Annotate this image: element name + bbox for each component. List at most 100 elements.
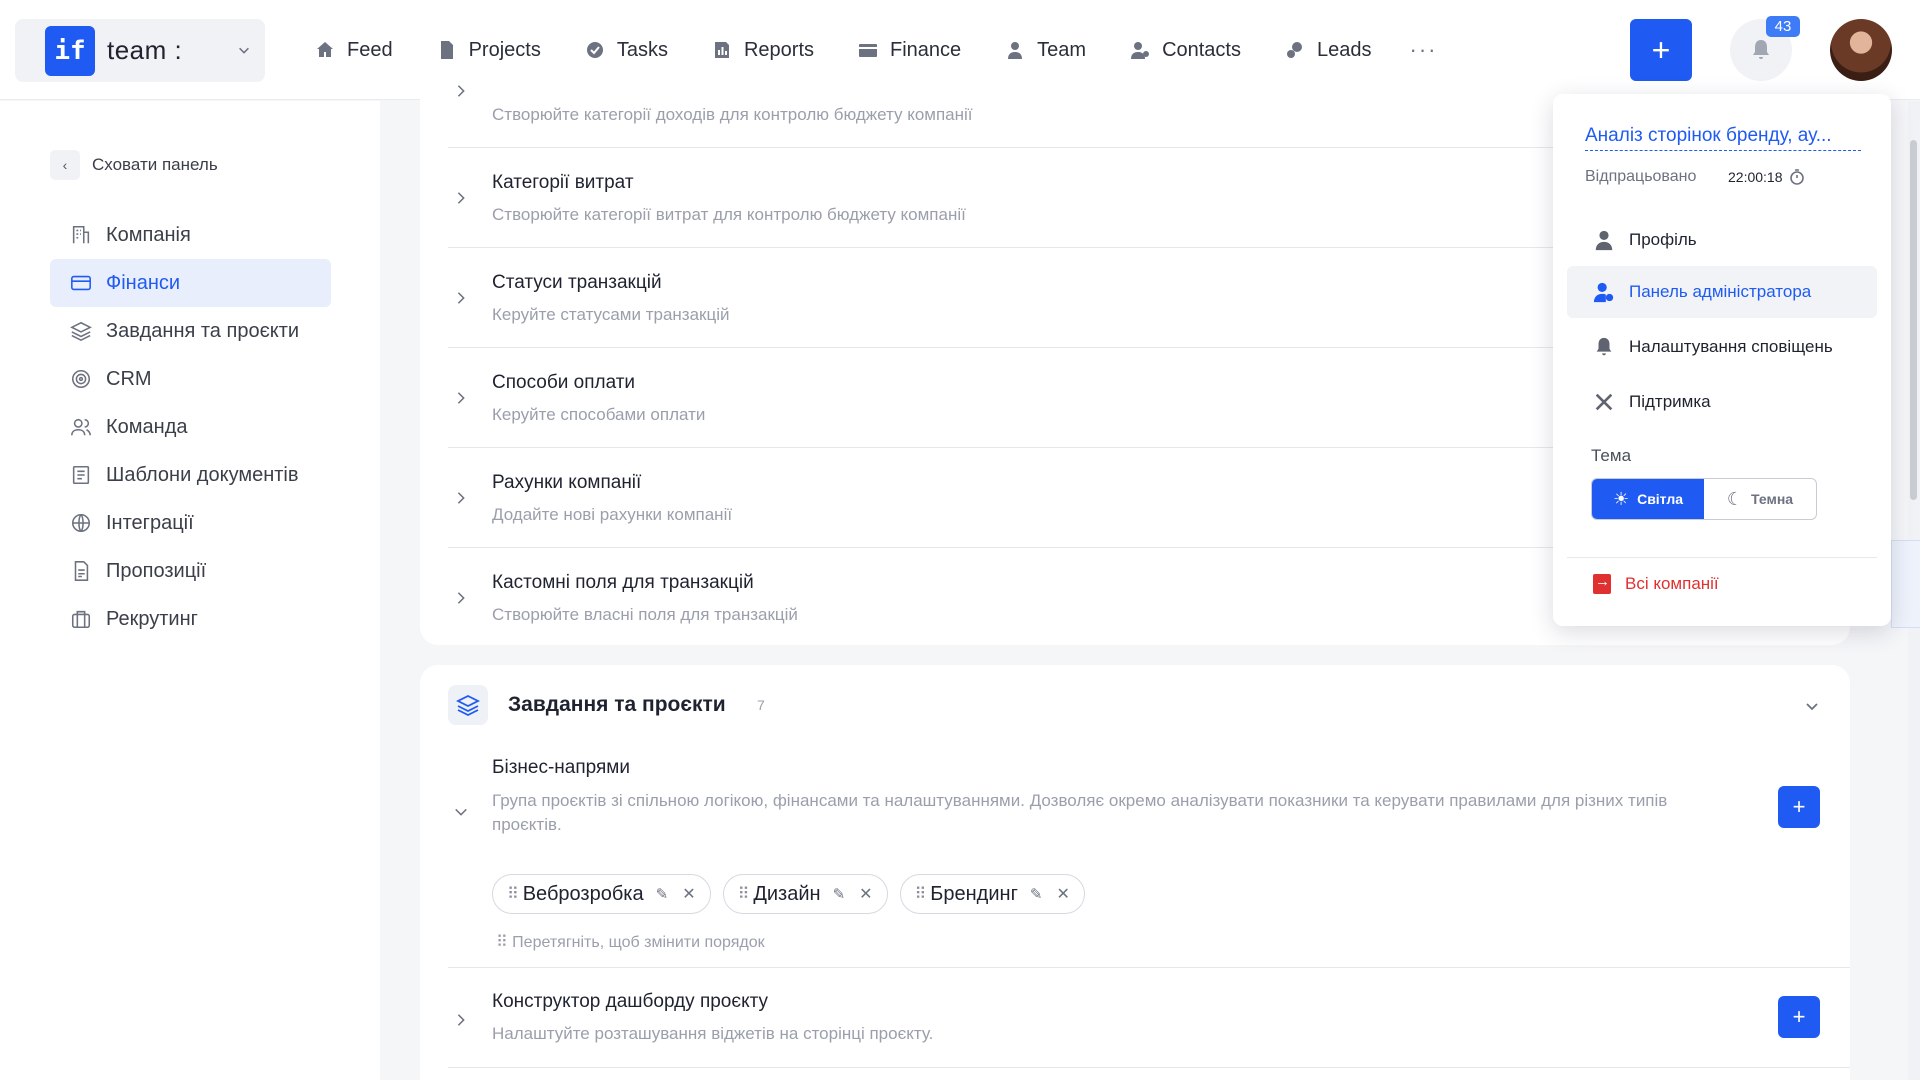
chip-web-development[interactable]: ⠿ Веброзробка ✎ ✕	[492, 874, 711, 914]
row-description: Керуйте статусами транзакцій	[492, 305, 730, 324]
drag-hint: ⠿ Перетягніть, щоб змінити порядок	[496, 932, 765, 952]
sidebar-item-label: Рекрутинг	[106, 607, 198, 630]
sidebar-item-label: CRM	[106, 367, 152, 390]
dashboard-builder-row[interactable]: Конструктор дашборду проєкту Налаштуйте …	[420, 968, 1820, 1068]
team-switcher[interactable]: if team :	[15, 19, 265, 82]
close-icon[interactable]: ✕	[859, 884, 872, 904]
nav-more-button[interactable]: ···	[1410, 37, 1438, 63]
leads-icon	[1287, 42, 1302, 58]
sidebar-item-proposals[interactable]: Пропозиції	[50, 547, 331, 595]
row-description: Створюйте категорії витрат для контролю …	[492, 205, 966, 224]
nav-feed[interactable]: Feed	[315, 39, 393, 62]
sidebar-item-crm[interactable]: CRM	[50, 355, 331, 403]
business-directions-row: Бізнес-напрями Група проєктів зі спільно…	[420, 757, 1820, 987]
sidebar-item-finance[interactable]: Фінанси	[50, 259, 331, 307]
row-description: Створюйте власні поля для транзакцій	[492, 605, 798, 624]
row-title: Способи оплати	[492, 372, 636, 393]
chip-label: Веброзробка	[522, 882, 644, 905]
theme-light-option[interactable]: ☀ Світла	[1592, 479, 1704, 519]
tools-icon	[1595, 393, 1613, 411]
all-companies-button[interactable]: Всі компанії	[1593, 573, 1719, 594]
row-title: Кастомні поля для транзакцій	[492, 572, 754, 593]
nav-reports[interactable]: Reports	[712, 39, 814, 62]
row-description: Створюйте категорії доходів для контролю…	[492, 105, 973, 124]
edit-icon[interactable]: ✎	[656, 885, 669, 903]
chip-branding[interactable]: ⠿ Брендинг ✎ ✕	[899, 874, 1085, 914]
card-icon	[71, 275, 91, 291]
current-task-link[interactable]: Аналіз сторінок бренду, ау...	[1585, 125, 1861, 151]
side-tab[interactable]	[1891, 540, 1920, 628]
user-avatar[interactable]	[1830, 19, 1892, 81]
description-line: Група проєктів зі спільною логікою, фіна…	[492, 791, 1668, 810]
chevron-down-icon[interactable]	[454, 805, 468, 819]
target-icon	[71, 369, 91, 389]
scrollbar-thumb[interactable]	[1910, 140, 1917, 500]
add-business-direction-button[interactable]: +	[1778, 786, 1820, 828]
hide-panel-button[interactable]: ‹ Сховати панель	[50, 150, 218, 180]
edit-icon[interactable]: ✎	[833, 885, 846, 903]
nav-projects[interactable]: Projects	[437, 39, 541, 62]
close-icon[interactable]: ✕	[682, 884, 695, 904]
add-button[interactable]: +	[1630, 19, 1692, 81]
row-description: Керуйте способами оплати	[492, 405, 706, 424]
theme-light-label: Світла	[1637, 491, 1684, 507]
drag-handle-icon[interactable]: ⠿	[915, 884, 927, 904]
sidebar-item-company[interactable]: Компанія	[50, 211, 331, 259]
sidebar-item-team[interactable]: Команда	[50, 403, 331, 451]
drag-handle-icon[interactable]: ⠿	[507, 884, 519, 904]
nav-contacts[interactable]: Contacts	[1130, 39, 1241, 62]
nav-tasks[interactable]: Tasks	[585, 39, 668, 62]
sidebar-item-label: Компанія	[106, 223, 191, 246]
document-icon	[72, 465, 90, 485]
menu-item-admin-panel[interactable]: Панель адміністратора	[1567, 266, 1877, 318]
nav-label: Tasks	[616, 38, 668, 61]
sidebar-list: Компанія Фінанси Завдання та проєкти CRM…	[50, 211, 331, 643]
chip-design[interactable]: ⠿ Дизайн ✎ ✕	[722, 874, 888, 914]
exit-icon	[1593, 573, 1611, 594]
bell-icon	[1596, 337, 1612, 356]
timer-icon	[1789, 169, 1804, 185]
team-name: team :	[107, 35, 183, 65]
nav-team[interactable]: Team	[1005, 39, 1086, 62]
theme-label: Тема	[1591, 446, 1632, 465]
user-icon	[1008, 42, 1023, 59]
nav-label: Feed	[347, 38, 393, 61]
hide-panel-label: Сховати панель	[92, 155, 218, 174]
menu-item-support[interactable]: Підтримка	[1567, 376, 1877, 428]
menu-item-profile[interactable]: Профіль	[1567, 214, 1877, 266]
sun-icon: ☀	[1612, 488, 1630, 509]
sidebar-item-integrations[interactable]: Інтеграції	[50, 499, 331, 547]
sidebar-item-recruiting[interactable]: Рекрутинг	[50, 595, 331, 643]
main-nav: Feed Projects Tasks Reports Finance Team…	[315, 0, 1437, 100]
sidebar-item-label: Пропозиції	[106, 559, 207, 582]
globe-icon	[71, 513, 91, 533]
nav-leads[interactable]: Leads	[1285, 39, 1372, 62]
report-icon	[714, 42, 729, 58]
top-bar: if team : Feed Projects Tasks Reports Fi…	[0, 0, 1920, 100]
row-title: Категорії витрат	[492, 172, 634, 193]
close-icon[interactable]: ✕	[1056, 884, 1069, 904]
sidebar-item-tasks-projects[interactable]: Завдання та проєкти	[50, 307, 331, 355]
chevron-down-icon[interactable]	[1804, 699, 1820, 715]
layers-icon	[448, 685, 488, 725]
row-title: Конструктор дашборду проєкту	[492, 991, 769, 1012]
row-description: Налаштуйте розташування віджетів на стор…	[492, 1024, 934, 1043]
nav-finance[interactable]: Finance	[858, 39, 961, 62]
nav-label: Projects	[468, 38, 541, 61]
row-description: Група проєктів зі спільною логікою, фіна…	[492, 791, 1742, 835]
theme-dark-option[interactable]: ☾ Темна	[1704, 479, 1816, 519]
sidebar-item-doc-templates[interactable]: Шаблони документів	[50, 451, 331, 499]
drag-handle-icon[interactable]: ⠿	[738, 884, 750, 904]
add-dashboard-widget-button[interactable]: +	[1778, 996, 1820, 1038]
sidebar-item-label: Фінанси	[106, 271, 181, 294]
edit-icon[interactable]: ✎	[1030, 885, 1043, 903]
row-description: Додайте нові рахунки компанії	[492, 505, 733, 524]
menu-item-notification-settings[interactable]: Налаштування сповіщень	[1567, 321, 1877, 373]
menu-item-label: Панель адміністратора	[1629, 282, 1812, 301]
drag-handle-icon: ⠿	[496, 934, 513, 951]
user-icon	[1595, 230, 1613, 251]
row-title: Бізнес-напрями	[492, 757, 630, 778]
menu-item-label: Налаштування сповіщень	[1629, 337, 1833, 356]
section-count: 7	[757, 697, 765, 713]
chevron-right-icon	[457, 1014, 465, 1026]
